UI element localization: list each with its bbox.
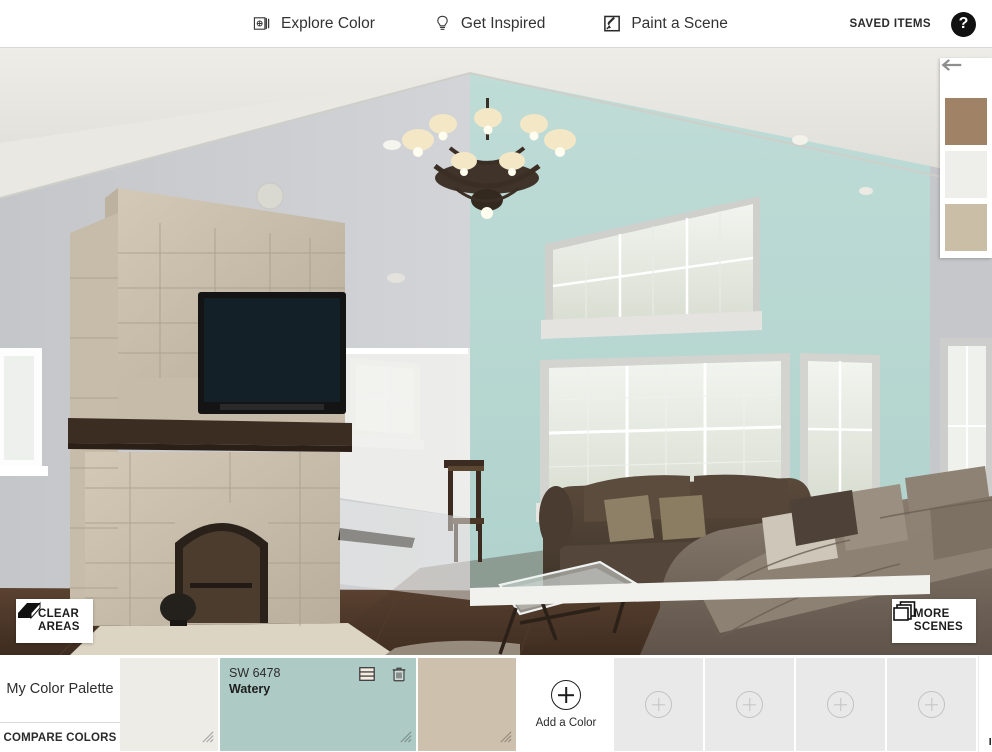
lightbulb-icon <box>433 14 452 33</box>
palette-swatch-beige[interactable] <box>418 658 516 751</box>
color-visualizer-app: Explore Color Get Inspired Paint a Scene… <box>0 0 992 752</box>
nav-item-get-inspired[interactable]: Get Inspired <box>433 14 545 33</box>
top-navigation-bar: Explore Color Get Inspired Paint a Scene… <box>0 0 992 48</box>
clear-areas-button[interactable]: CLEAR AREAS <box>16 598 93 643</box>
plus-circle-icon <box>918 691 945 718</box>
palette-actions: SAVE IMAGE <box>978 656 992 752</box>
swatch-tools <box>358 665 408 688</box>
empty-palette-slot[interactable] <box>614 658 703 751</box>
plus-circle-icon <box>645 691 672 718</box>
paint-roller-icon <box>603 14 622 33</box>
tray-swatch-offwhite[interactable] <box>945 151 987 198</box>
plus-circle-icon <box>827 691 854 718</box>
left-wall-window <box>0 348 48 476</box>
wall-mounted-tv <box>198 292 346 414</box>
resize-grip-icon[interactable] <box>498 729 513 749</box>
resize-grip-icon[interactable] <box>398 729 413 749</box>
resize-grip-icon[interactable] <box>200 729 215 749</box>
nav-right-group: SAVED ITEMS ? <box>849 0 976 48</box>
delete-icon[interactable] <box>390 665 408 688</box>
add-a-color-label: Add a Color <box>535 717 597 729</box>
right-window <box>800 353 880 505</box>
saved-items-button[interactable]: SAVED ITEMS <box>849 18 931 30</box>
more-scenes-label: MORE SCENES <box>913 607 963 633</box>
empty-palette-slot[interactable] <box>796 658 885 751</box>
compare-colors-button[interactable]: COMPARE COLORS <box>0 722 120 752</box>
plus-circle-icon <box>551 680 581 710</box>
tray-swatch-beige[interactable] <box>945 204 987 251</box>
scene-color-tray <box>940 58 992 258</box>
room-scene-canvas[interactable]: CLEAR AREAS MORE SCENES <box>0 48 992 655</box>
tray-back-button[interactable] <box>941 59 987 98</box>
add-a-color-button[interactable]: Add a Color <box>518 656 614 752</box>
empty-palette-slot[interactable] <box>705 658 794 751</box>
nav-items-group: Explore Color Get Inspired Paint a Scene <box>253 14 728 33</box>
nav-label-get-inspired: Get Inspired <box>460 14 546 32</box>
help-button[interactable]: ? <box>951 11 976 37</box>
palette-title-cell: My Color Palette COMPARE COLORS <box>0 656 120 752</box>
nav-label-explore-color: Explore Color <box>281 14 375 32</box>
coordinating-colors-icon[interactable] <box>358 665 376 688</box>
palette-swatch-watery[interactable]: SW 6478 Watery <box>220 658 416 751</box>
nav-item-paint-a-scene[interactable]: Paint a Scene <box>603 14 728 33</box>
empty-palette-slot[interactable] <box>887 658 976 751</box>
palette-title: My Color Palette <box>6 680 114 697</box>
tray-swatch-brown[interactable] <box>945 98 987 145</box>
color-cards-icon <box>253 14 272 33</box>
nav-item-explore-color[interactable]: Explore Color <box>253 14 375 33</box>
nav-label-paint-a-scene: Paint a Scene <box>631 14 728 32</box>
palette-swatch-offwhite[interactable] <box>120 658 218 751</box>
room-scene-illustration <box>0 48 992 655</box>
my-color-palette-bar: My Color Palette COMPARE COLORS SW 6478 … <box>0 655 992 752</box>
more-scenes-button[interactable]: MORE SCENES <box>891 598 976 643</box>
plus-circle-icon <box>736 691 763 718</box>
clear-areas-label: CLEAR AREAS <box>38 607 80 633</box>
